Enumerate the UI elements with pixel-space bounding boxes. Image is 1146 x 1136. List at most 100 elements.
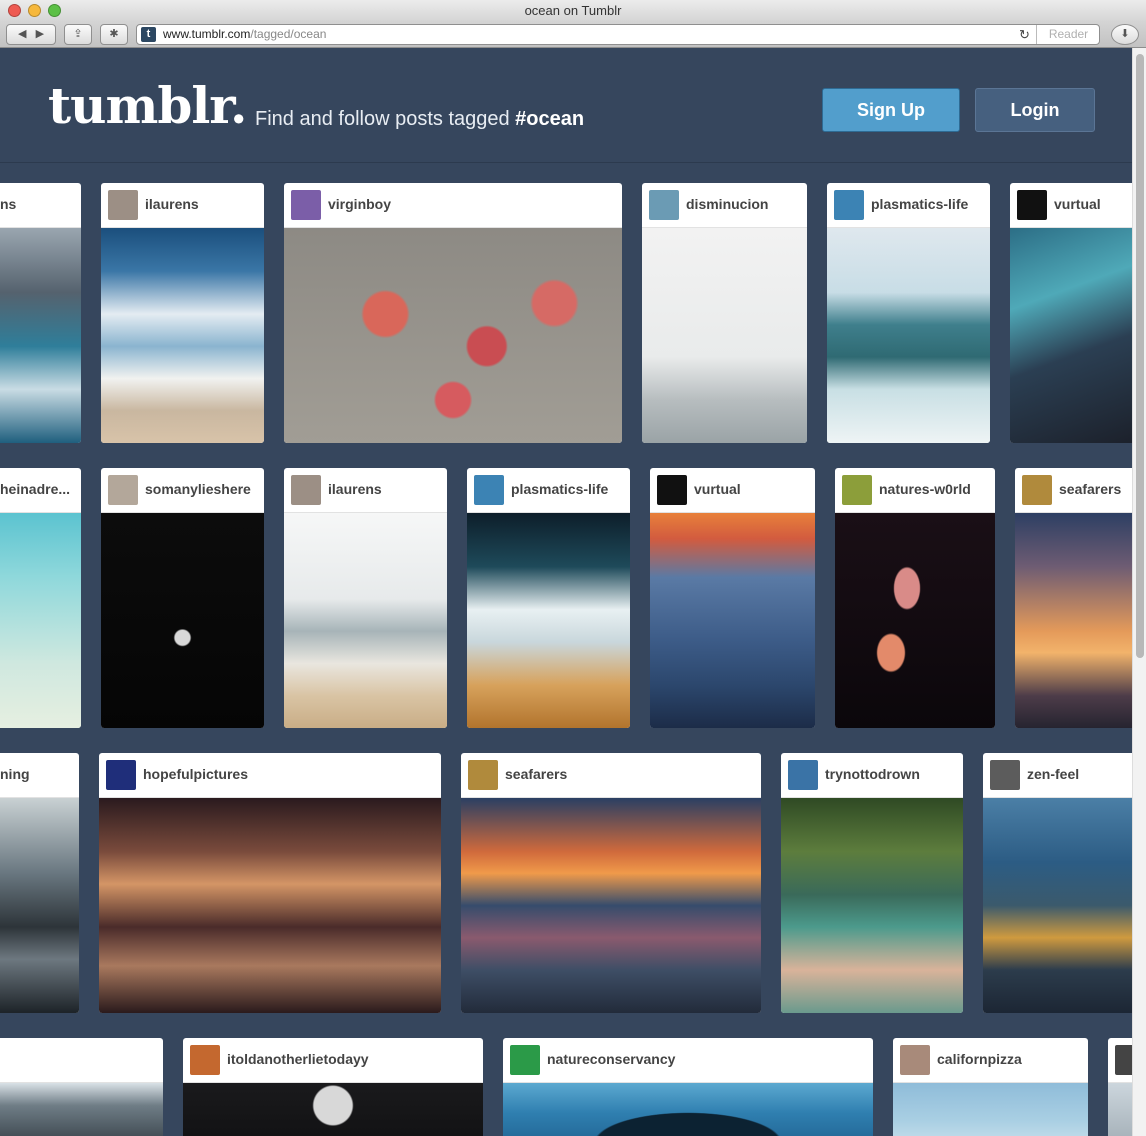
post-photo[interactable]: [101, 513, 264, 728]
post-photo[interactable]: [1010, 228, 1146, 443]
post-card[interactable]: hopefulpictures: [99, 753, 441, 1013]
post-username[interactable]: californpizza: [937, 1051, 1022, 1067]
post-username[interactable]: plasmatics-life: [511, 481, 608, 497]
avatar[interactable]: [657, 475, 687, 505]
post-photo[interactable]: [503, 1083, 873, 1136]
post-card[interactable]: seafarers: [1015, 468, 1146, 728]
post-username[interactable]: vurtual: [694, 481, 741, 497]
post-card[interactable]: somanylieshere: [101, 468, 264, 728]
avatar[interactable]: [291, 475, 321, 505]
avatar[interactable]: [990, 760, 1020, 790]
avatar[interactable]: [510, 1045, 540, 1075]
zoom-window-button[interactable]: [48, 4, 61, 17]
avatar[interactable]: [106, 760, 136, 790]
avatar[interactable]: [900, 1045, 930, 1075]
post-username[interactable]: zen-feel: [1027, 766, 1079, 782]
minimize-window-button[interactable]: [28, 4, 41, 17]
avatar[interactable]: [190, 1045, 220, 1075]
post-card[interactable]: [0, 1038, 163, 1136]
post-card[interactable]: zen-feel: [983, 753, 1146, 1013]
avatar[interactable]: [842, 475, 872, 505]
avatar[interactable]: [108, 475, 138, 505]
post-photo[interactable]: [893, 1083, 1088, 1136]
post-photo[interactable]: [0, 1083, 163, 1136]
post-card[interactable]: disminucion: [642, 183, 807, 443]
post-photo[interactable]: [284, 228, 622, 443]
post-username[interactable]: trynottodrown: [825, 766, 920, 782]
reload-icon[interactable]: ↻: [1019, 25, 1030, 44]
post-username[interactable]: ilaurens: [145, 196, 199, 212]
avatar[interactable]: [649, 190, 679, 220]
downloads-button[interactable]: ⬇: [1111, 24, 1139, 45]
post-username[interactable]: natureconservancy: [547, 1051, 675, 1067]
post-card[interactable]: seafarers: [461, 753, 761, 1013]
avatar[interactable]: [291, 190, 321, 220]
back-forward-buttons[interactable]: ◀ ▶: [6, 24, 56, 45]
post-photo[interactable]: [99, 798, 441, 1013]
post-card[interactable]: plasmatics-life: [827, 183, 990, 443]
post-photo[interactable]: [650, 513, 815, 728]
post-photo[interactable]: [983, 798, 1146, 1013]
post-photo[interactable]: [781, 798, 963, 1013]
post-card[interactable]: ilaurens: [101, 183, 264, 443]
avatar[interactable]: [474, 475, 504, 505]
post-username[interactable]: seafarers: [505, 766, 567, 782]
post-card[interactable]: natureconservancy: [503, 1038, 873, 1136]
post-photo[interactable]: [0, 798, 79, 1013]
address-bar[interactable]: t www.tumblr.com/tagged/ocean ↻ Reader: [136, 24, 1100, 45]
post-username[interactable]: somanylieshere: [145, 481, 251, 497]
post-username[interactable]: ning: [0, 766, 30, 782]
avatar[interactable]: [788, 760, 818, 790]
avatar[interactable]: [1022, 475, 1052, 505]
post-username[interactable]: ns: [0, 196, 16, 212]
post-card[interactable]: itoldanotherlietodayy: [183, 1038, 483, 1136]
post-card[interactable]: natures-w0rld: [835, 468, 995, 728]
post-username[interactable]: vurtual: [1054, 196, 1101, 212]
post-photo[interactable]: [101, 228, 264, 443]
post-photo[interactable]: [835, 513, 995, 728]
post-photo[interactable]: [1015, 513, 1146, 728]
login-button[interactable]: Login: [975, 88, 1095, 132]
post-username[interactable]: disminucion: [686, 196, 768, 212]
post-photo[interactable]: [284, 513, 447, 728]
tumblr-logo[interactable]: tumblr.: [48, 76, 247, 135]
post-photo[interactable]: [183, 1083, 483, 1136]
post-card[interactable]: virginboy: [284, 183, 622, 443]
post-username[interactable]: hopefulpictures: [143, 766, 248, 782]
post-card[interactable]: vurtual: [650, 468, 815, 728]
post-card[interactable]: californpizza: [893, 1038, 1088, 1136]
post-card[interactable]: ilaurens: [284, 468, 447, 728]
post-username[interactable]: itoldanotherlietodayy: [227, 1051, 369, 1067]
post-card[interactable]: vurtual: [1010, 183, 1146, 443]
url-text[interactable]: www.tumblr.com/tagged/ocean: [163, 25, 326, 44]
post-photo[interactable]: [642, 228, 807, 443]
post-card[interactable]: ning: [0, 753, 79, 1013]
avatar[interactable]: [834, 190, 864, 220]
share-button[interactable]: ⇪: [64, 24, 92, 45]
post-username[interactable]: ilaurens: [328, 481, 382, 497]
signup-button[interactable]: Sign Up: [822, 88, 960, 132]
post-card[interactable]: trynottodrown: [781, 753, 963, 1013]
post-photo[interactable]: [827, 228, 990, 443]
post-username[interactable]: seafarers: [1059, 481, 1121, 497]
post-card[interactable]: ns: [0, 183, 81, 443]
post-card[interactable]: plasmatics-life: [467, 468, 630, 728]
post-photo[interactable]: [0, 513, 81, 728]
reader-button[interactable]: Reader: [1036, 25, 1100, 44]
post-username[interactable]: virginboy: [328, 196, 391, 212]
post-photo[interactable]: [0, 228, 81, 443]
avatar[interactable]: [108, 190, 138, 220]
post-card[interactable]: heinadre...: [0, 468, 81, 728]
avatar[interactable]: [1017, 190, 1047, 220]
post-username[interactable]: heinadre...: [0, 481, 70, 497]
forward-arrow-icon[interactable]: ▶: [36, 28, 44, 40]
post-photo[interactable]: [461, 798, 761, 1013]
avatar[interactable]: [468, 760, 498, 790]
post-username[interactable]: natures-w0rld: [879, 481, 971, 497]
scrollbar-thumb[interactable]: [1136, 54, 1144, 658]
extension-button[interactable]: ✱: [100, 24, 128, 45]
close-window-button[interactable]: [8, 4, 21, 17]
post-photo[interactable]: [467, 513, 630, 728]
back-arrow-icon[interactable]: ◀: [18, 28, 26, 40]
page-scrollbar[interactable]: [1132, 48, 1146, 1136]
